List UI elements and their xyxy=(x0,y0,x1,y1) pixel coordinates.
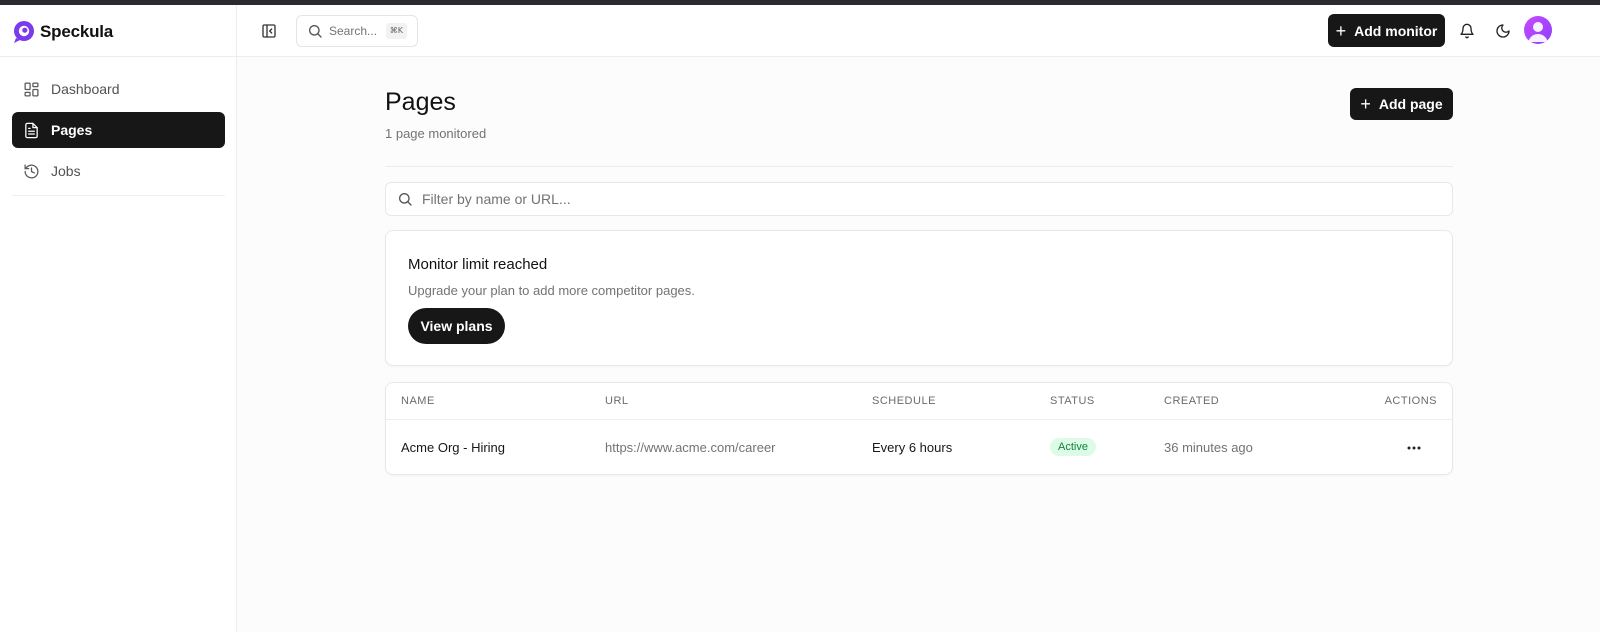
divider xyxy=(12,195,225,196)
brand-name: Speckula xyxy=(40,22,114,41)
add-monitor-label: Add monitor xyxy=(1354,22,1438,39)
cell-created: 36 minutes ago xyxy=(1164,440,1253,455)
sidebar-nav: Dashboard Pages Jobs xyxy=(12,71,225,194)
brand-logo-icon xyxy=(14,21,34,43)
column-header-schedule[interactable]: SCHEDULE xyxy=(872,395,936,407)
sidebar-item-dashboard[interactable]: Dashboard xyxy=(12,71,225,107)
filter-input[interactable]: Filter by name or URL... xyxy=(385,182,1453,216)
sidebar-item-pages[interactable]: Pages xyxy=(12,112,225,148)
pages-table: NAME URL SCHEDULE STATUS CREATED ACTIONS… xyxy=(385,382,1453,475)
moon-icon[interactable] xyxy=(1493,21,1513,41)
global-search-input[interactable]: Search... ⌘K xyxy=(296,15,418,47)
top-header: Search... ⌘K + Add monitor xyxy=(237,5,1600,57)
column-header-url[interactable]: URL xyxy=(605,395,629,407)
page-title: Pages xyxy=(385,88,456,116)
status-badge: Active xyxy=(1050,438,1096,456)
column-header-status[interactable]: STATUS xyxy=(1050,395,1095,407)
column-header-actions: ACTIONS xyxy=(1384,395,1437,407)
search-placeholder: Search... xyxy=(329,24,378,38)
filter-placeholder: Filter by name or URL... xyxy=(422,191,571,207)
table-row[interactable]: Acme Org - Hiring https://www.acme.com/c… xyxy=(386,420,1452,476)
card-description: Upgrade your plan to add more competitor… xyxy=(408,283,695,298)
avatar[interactable] xyxy=(1524,16,1552,44)
column-header-name[interactable]: NAME xyxy=(401,395,435,407)
file-text-icon xyxy=(22,121,40,139)
view-plans-button[interactable]: View plans xyxy=(408,308,505,344)
sidebar: Speckula Dashboard Pages Jobs xyxy=(0,5,237,632)
layout-grid-icon xyxy=(22,80,40,98)
cell-url[interactable]: https://www.acme.com/career xyxy=(605,440,776,455)
plus-icon: + xyxy=(1335,20,1347,41)
sidebar-item-label: Pages xyxy=(51,122,93,138)
divider xyxy=(385,166,1453,167)
table-header: NAME URL SCHEDULE STATUS CREATED ACTIONS xyxy=(386,383,1452,420)
divider xyxy=(0,56,237,57)
add-page-label: Add page xyxy=(1378,96,1443,112)
history-icon xyxy=(22,162,40,180)
keyboard-shortcut-badge: ⌘K xyxy=(385,23,407,39)
bell-icon[interactable] xyxy=(1457,21,1477,41)
cell-schedule: Every 6 hours xyxy=(872,440,953,455)
user-icon xyxy=(1528,22,1548,42)
sidebar-item-label: Dashboard xyxy=(51,81,120,97)
cell-name[interactable]: Acme Org - Hiring xyxy=(401,440,505,455)
sidebar-item-label: Jobs xyxy=(51,163,81,179)
column-header-created[interactable]: CREATED xyxy=(1164,395,1219,407)
sidebar-toggle-icon[interactable] xyxy=(259,21,279,41)
monitor-limit-card: Monitor limit reached Upgrade your plan … xyxy=(385,230,1453,366)
page-subtitle: 1 page monitored xyxy=(385,126,487,141)
brand[interactable]: Speckula xyxy=(12,17,113,47)
card-title: Monitor limit reached xyxy=(408,256,548,273)
plus-icon: + xyxy=(1360,94,1371,114)
search-icon xyxy=(309,25,322,38)
add-page-button[interactable]: + Add page xyxy=(1350,88,1453,120)
search-icon xyxy=(399,193,412,206)
sidebar-item-jobs[interactable]: Jobs xyxy=(12,153,225,189)
more-actions-icon[interactable] xyxy=(1404,438,1424,458)
add-monitor-button[interactable]: + Add monitor xyxy=(1328,14,1445,47)
